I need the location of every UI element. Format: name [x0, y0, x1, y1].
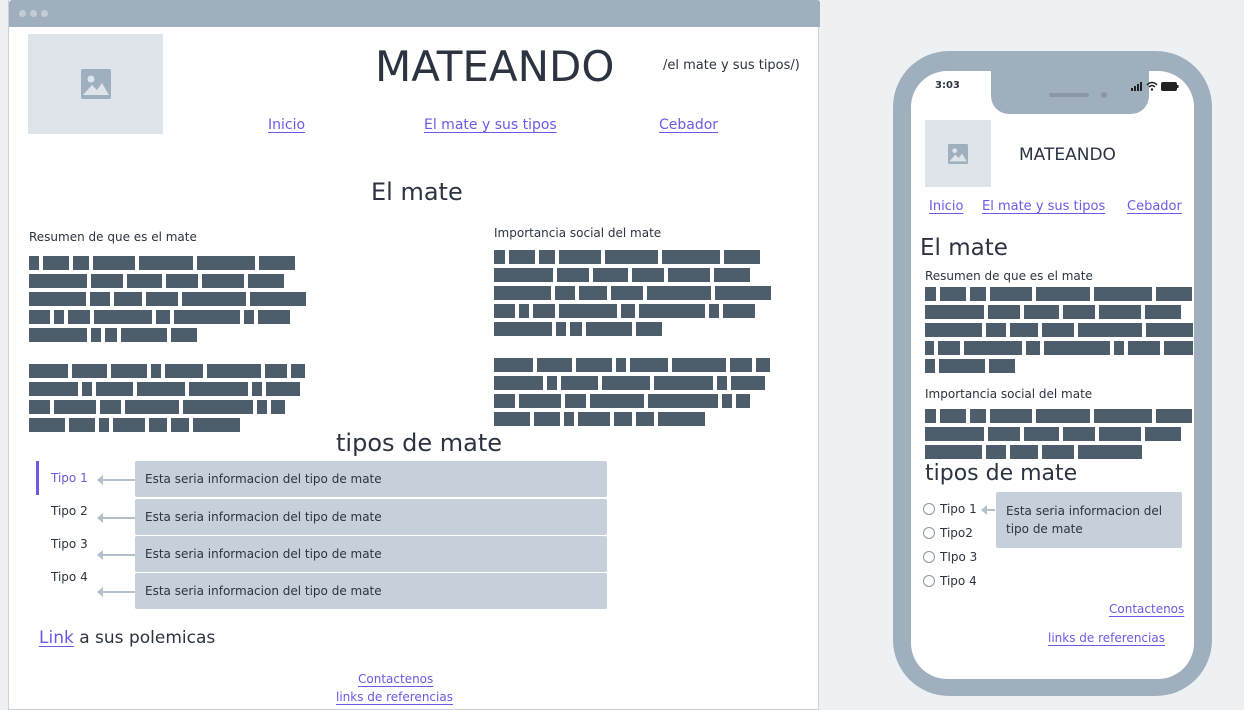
nav-inicio[interactable]: Inicio: [929, 199, 963, 214]
text-placeholder-left-1: [29, 256, 307, 342]
contact-link[interactable]: Contactenos: [1109, 602, 1184, 616]
nav-el-mate[interactable]: El mate y sus tipos: [982, 199, 1105, 214]
left-heading: Resumen de que es el mate: [29, 230, 197, 244]
arrow-left-icon: [97, 475, 135, 485]
arrow-left-icon: [97, 550, 135, 560]
arrow-left-icon: [97, 513, 135, 523]
tipos-title: tipos de mate: [336, 429, 503, 457]
tipo-2-radio[interactable]: [923, 527, 935, 539]
references-link[interactable]: links de referencias: [336, 690, 453, 704]
window-dot[interactable]: [41, 10, 48, 17]
polemicas-text: a sus polemicas: [73, 628, 216, 648]
tipo-info-box: Esta seria informacion del tipo de mate: [135, 499, 607, 535]
text-placeholder-right-2: [494, 358, 774, 426]
speaker-icon: [1049, 93, 1089, 97]
mobile-text-placeholder-2: [925, 409, 1193, 461]
tipo-4-radio[interactable]: [923, 575, 935, 587]
tipo-info-box: Esta seria informacion del tipo de mate: [135, 461, 607, 497]
logo-placeholder: [28, 34, 163, 134]
nav-el-mate[interactable]: El mate y sus tipos: [424, 117, 557, 133]
page-subtitle: /el mate y sus tipos/): [663, 58, 800, 73]
logo-placeholder: [925, 120, 991, 187]
nav-cebador[interactable]: Cebador: [659, 117, 718, 133]
image-icon: [80, 69, 111, 99]
section-title: El mate: [371, 178, 463, 206]
tipo-1-tab[interactable]: Tipo 1: [51, 471, 88, 485]
tipo-3-label: TIpo 3: [940, 550, 978, 564]
polemicas-link[interactable]: Link: [39, 628, 74, 648]
text-placeholder-right-1: [494, 250, 774, 336]
tipo-3-tab[interactable]: Tipo 3: [51, 537, 88, 551]
text-placeholder-left-2: [29, 364, 307, 432]
status-time: 3:03: [935, 80, 960, 91]
page-title: MATEANDO: [375, 42, 615, 91]
phone-frame: 3:03 MATEANDO Inicio El mate y sus tipos…: [893, 51, 1212, 696]
phone-screen: 3:03 MATEANDO Inicio El mate y sus tipos…: [911, 71, 1194, 679]
arrow-left-icon: [981, 505, 995, 515]
tipo-info-box: Esta seria informacion del tipo de mate: [135, 573, 607, 609]
tipo-4-tab[interactable]: Tipo 4: [51, 570, 88, 584]
arrow-left-icon: [97, 587, 135, 597]
signal-icon: [1131, 82, 1142, 91]
window-titlebar: [9, 0, 820, 27]
wifi-icon: [1146, 81, 1158, 91]
mobile-text-placeholder-1: [925, 287, 1193, 373]
tipo-2-label: Tipo2: [940, 526, 973, 540]
camera-icon: [1101, 92, 1107, 98]
section-title: El mate: [920, 235, 1008, 261]
tipo-3-radio[interactable]: [923, 551, 935, 563]
tipo-1-label: Tipo 1: [940, 502, 977, 516]
references-link[interactable]: links de referencias: [1048, 631, 1165, 645]
window-dot[interactable]: [30, 10, 37, 17]
polemicas-line: Link a sus polemicas: [39, 628, 215, 648]
window-dot[interactable]: [19, 10, 26, 17]
active-tab-indicator: [36, 461, 39, 495]
contact-link[interactable]: Contactenos: [358, 672, 433, 686]
tipo-2-tab[interactable]: Tipo 2: [51, 504, 88, 518]
left-heading: Resumen de que es el mate: [925, 269, 1093, 283]
tipo-info-box: Esta seria informacion del tipo de mate: [135, 536, 607, 572]
right-heading: Importancia social del mate: [494, 226, 662, 240]
tipo-4-label: Tipo 4: [940, 574, 977, 588]
phone-notch: [991, 71, 1149, 114]
image-icon: [948, 143, 968, 164]
mobile-title: MATEANDO: [1019, 145, 1116, 165]
tipo-info-box: Esta seria informacion del tipo de mate: [996, 492, 1182, 548]
nav-inicio[interactable]: Inicio: [268, 117, 305, 133]
right-heading: Importancia social del mate: [925, 387, 1093, 401]
tipos-title: tipos de mate: [925, 461, 1078, 486]
nav-cebador[interactable]: Cebador: [1127, 199, 1182, 214]
tipo-1-radio[interactable]: [923, 503, 935, 515]
desktop-wireframe: MATEANDO /el mate y sus tipos/) Inicio E…: [8, 0, 820, 710]
battery-icon: [1161, 82, 1179, 91]
